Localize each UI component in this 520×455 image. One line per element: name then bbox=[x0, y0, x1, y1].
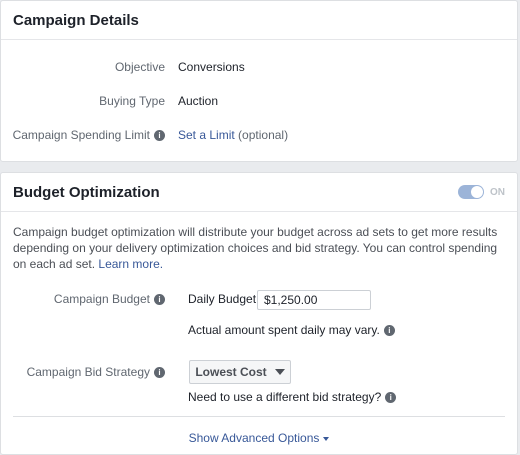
campaign-budget-label-group: Campaign Budget i bbox=[54, 292, 165, 306]
objective-label: Objective bbox=[114, 60, 165, 74]
caret-down-icon bbox=[274, 369, 285, 375]
spending-limit-value: Set a Limit (optional) bbox=[178, 128, 288, 142]
budget-optimization-header: Budget Optimization ON bbox=[1, 173, 517, 212]
info-icon[interactable]: i bbox=[154, 129, 165, 141]
campaign-details-card: Campaign Details Objective Conversions B… bbox=[0, 0, 518, 162]
toggle-label: ON bbox=[490, 186, 505, 198]
budget-optimization-card: Budget Optimization ON Campaign budget o… bbox=[0, 172, 518, 455]
bid-strategy-label-group: Campaign Bid Strategy i bbox=[27, 365, 165, 379]
buying-type-value: Auction bbox=[178, 94, 219, 108]
divider bbox=[13, 416, 505, 417]
set-a-limit-link[interactable]: Set a Limit bbox=[178, 128, 235, 142]
show-advanced-options-link[interactable]: Show Advanced Options bbox=[1, 431, 517, 445]
buying-type-label: Buying Type bbox=[99, 94, 165, 108]
info-icon[interactable]: i bbox=[385, 391, 397, 403]
bid-strategy-label: Campaign Bid Strategy bbox=[26, 365, 150, 379]
spending-limit-label: Campaign Spending Limit bbox=[12, 128, 150, 142]
budget-optimization-toggle-group[interactable]: ON bbox=[458, 185, 505, 199]
budget-type: Daily Budget bbox=[188, 292, 257, 306]
budget-optimization-description: Campaign budget optimization will distri… bbox=[13, 224, 507, 272]
description-text: Campaign budget optimization will distri… bbox=[13, 225, 498, 271]
daily-budget-input[interactable] bbox=[257, 290, 371, 310]
bid-strategy-note-group: Need to use a different bid strategy? i bbox=[188, 390, 397, 404]
campaign-details-header: Campaign Details bbox=[1, 1, 517, 40]
budget-note: Actual amount spent daily may vary. bbox=[188, 323, 380, 337]
campaign-details-title: Campaign Details bbox=[13, 11, 139, 29]
caret-down-icon bbox=[323, 436, 330, 441]
optional-text: (optional) bbox=[238, 128, 289, 142]
info-icon[interactable]: i bbox=[383, 324, 395, 336]
campaign-budget-label: Campaign Budget bbox=[53, 292, 150, 306]
info-icon[interactable]: i bbox=[154, 293, 165, 305]
objective-value: Conversions bbox=[178, 60, 245, 74]
budget-optimization-toggle[interactable] bbox=[458, 185, 484, 199]
bid-strategy-dropdown[interactable]: Lowest Cost bbox=[189, 360, 291, 384]
bid-strategy-note: Need to use a different bid strategy? bbox=[188, 390, 382, 404]
info-icon[interactable]: i bbox=[154, 366, 165, 378]
bid-strategy-value: Lowest Cost bbox=[195, 365, 267, 379]
spending-limit-label-group: Campaign Spending Limit i bbox=[13, 128, 165, 142]
learn-more-link[interactable]: Learn more. bbox=[98, 257, 163, 271]
budget-optimization-title: Budget Optimization bbox=[13, 183, 160, 201]
advanced-options-label[interactable]: Show Advanced Options bbox=[189, 431, 320, 445]
budget-note-group: Actual amount spent daily may vary. i bbox=[188, 323, 395, 337]
